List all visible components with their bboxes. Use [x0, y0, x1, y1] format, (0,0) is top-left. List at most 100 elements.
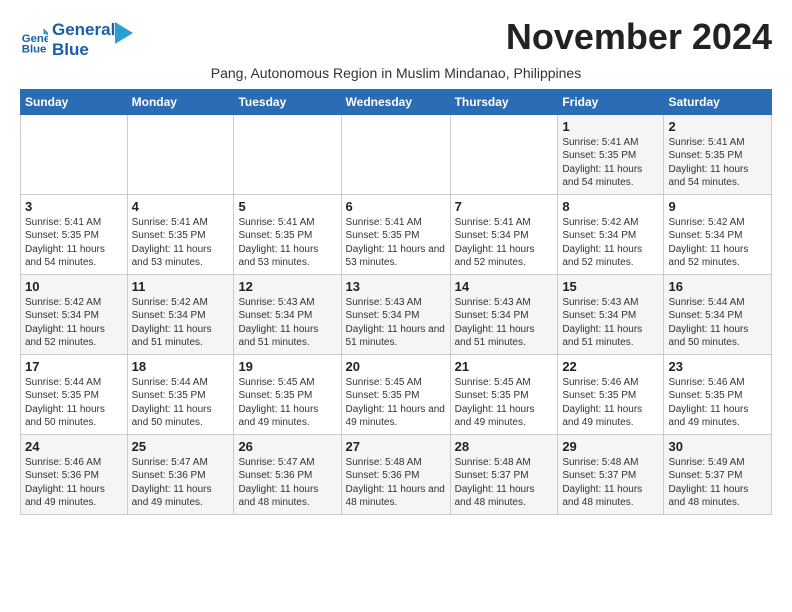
calendar-cell — [21, 114, 128, 194]
calendar-cell — [234, 114, 341, 194]
day-number: 9 — [668, 199, 767, 214]
calendar-cell: 9Sunrise: 5:42 AM Sunset: 5:34 PM Daylig… — [664, 194, 772, 274]
day-number: 16 — [668, 279, 767, 294]
calendar-cell: 17Sunrise: 5:44 AM Sunset: 5:35 PM Dayli… — [21, 354, 128, 434]
day-info: Sunrise: 5:41 AM Sunset: 5:35 PM Dayligh… — [668, 136, 767, 190]
calendar-week-row: 24 Sunrise: 5:46 AM Sunset: 5:36 PM Dayli… — [21, 434, 772, 514]
logo-arrow-icon — [115, 22, 133, 44]
day-number: 10 — [25, 279, 123, 294]
day-number: 15 — [562, 279, 659, 294]
day-info: Sunrise: 5:44 AM Sunset: 5:35 PM Dayligh… — [132, 376, 230, 430]
logo-general: General — [52, 20, 115, 40]
calendar-week-row: 1 Sunrise: 5:41 AM Sunset: 5:35 PM Daylig… — [21, 114, 772, 194]
day-info: Sunrise: 5:41 AM Sunset: 5:35 PM Dayligh… — [132, 216, 230, 270]
day-info: Sunrise: 5:48 AM Sunset: 5:37 PM Dayligh… — [455, 456, 554, 510]
day-info: Sunrise: 5:42 AM Sunset: 5:34 PM Dayligh… — [25, 296, 123, 350]
day-info: Sunrise: 5:46 AM Sunset: 5:36 PM Dayligh… — [25, 456, 123, 510]
calendar-cell: 24 Sunrise: 5:46 AM Sunset: 5:36 PM Dayli… — [21, 434, 128, 514]
calendar-cell: 19Sunrise: 5:45 AM Sunset: 5:35 PM Dayli… — [234, 354, 341, 434]
calendar-week-row: 10 Sunrise: 5:42 AM Sunset: 5:34 PM Dayli… — [21, 274, 772, 354]
calendar-cell: 20Sunrise: 5:45 AM Sunset: 5:35 PM Dayli… — [341, 354, 450, 434]
calendar-cell: 27Sunrise: 5:48 AM Sunset: 5:36 PM Dayli… — [341, 434, 450, 514]
day-info: Sunrise: 5:48 AM Sunset: 5:37 PM Dayligh… — [562, 456, 659, 510]
header-day-monday: Monday — [127, 89, 234, 114]
calendar-cell: 1 Sunrise: 5:41 AM Sunset: 5:35 PM Daylig… — [558, 114, 664, 194]
calendar-cell: 6 Sunrise: 5:41 AM Sunset: 5:35 PM Daylig… — [341, 194, 450, 274]
logo: General Blue General Blue — [20, 20, 133, 61]
month-title: November 2024 — [506, 16, 772, 58]
day-info: Sunrise: 5:47 AM Sunset: 5:36 PM Dayligh… — [238, 456, 336, 510]
calendar-cell: 4 Sunrise: 5:41 AM Sunset: 5:35 PM Daylig… — [127, 194, 234, 274]
day-number: 3 — [25, 199, 123, 214]
day-number: 23 — [668, 359, 767, 374]
day-number: 12 — [238, 279, 336, 294]
day-info: Sunrise: 5:41 AM Sunset: 5:35 PM Dayligh… — [238, 216, 336, 270]
calendar-cell: 14Sunrise: 5:43 AM Sunset: 5:34 PM Dayli… — [450, 274, 558, 354]
calendar-cell — [127, 114, 234, 194]
day-info: Sunrise: 5:41 AM Sunset: 5:35 PM Dayligh… — [346, 216, 446, 270]
day-number: 21 — [455, 359, 554, 374]
calendar-cell: 18 Sunrise: 5:44 AM Sunset: 5:35 PM Dayli… — [127, 354, 234, 434]
day-info: Sunrise: 5:41 AM Sunset: 5:34 PM Dayligh… — [455, 216, 554, 270]
calendar-cell: 21Sunrise: 5:45 AM Sunset: 5:35 PM Dayli… — [450, 354, 558, 434]
day-number: 30 — [668, 439, 767, 454]
day-number: 14 — [455, 279, 554, 294]
day-number: 13 — [346, 279, 446, 294]
calendar-week-row: 17Sunrise: 5:44 AM Sunset: 5:35 PM Dayli… — [21, 354, 772, 434]
day-info: Sunrise: 5:43 AM Sunset: 5:34 PM Dayligh… — [238, 296, 336, 350]
calendar-cell: 13 Sunrise: 5:43 AM Sunset: 5:34 PM Dayli… — [341, 274, 450, 354]
day-info: Sunrise: 5:44 AM Sunset: 5:34 PM Dayligh… — [668, 296, 767, 350]
calendar-cell: 26 Sunrise: 5:47 AM Sunset: 5:36 PM Dayli… — [234, 434, 341, 514]
day-number: 24 — [25, 439, 123, 454]
day-info: Sunrise: 5:42 AM Sunset: 5:34 PM Dayligh… — [562, 216, 659, 270]
day-number: 22 — [562, 359, 659, 374]
day-number: 7 — [455, 199, 554, 214]
day-number: 11 — [132, 279, 230, 294]
day-number: 19 — [238, 359, 336, 374]
svg-text:Blue: Blue — [22, 44, 47, 55]
header-day-saturday: Saturday — [664, 89, 772, 114]
calendar-cell: 7 Sunrise: 5:41 AM Sunset: 5:34 PM Daylig… — [450, 194, 558, 274]
calendar-header-row: SundayMondayTuesdayWednesdayThursdayFrid… — [21, 89, 772, 114]
day-number: 2 — [668, 119, 767, 134]
day-info: Sunrise: 5:47 AM Sunset: 5:36 PM Dayligh… — [132, 456, 230, 510]
calendar-cell: 28 Sunrise: 5:48 AM Sunset: 5:37 PM Dayli… — [450, 434, 558, 514]
day-info: Sunrise: 5:43 AM Sunset: 5:34 PM Dayligh… — [346, 296, 446, 350]
subtitle: Pang, Autonomous Region in Muslim Mindan… — [20, 65, 772, 81]
calendar-cell — [450, 114, 558, 194]
day-info: Sunrise: 5:44 AM Sunset: 5:35 PM Dayligh… — [25, 376, 123, 430]
calendar-cell: 12 Sunrise: 5:43 AM Sunset: 5:34 PM Dayli… — [234, 274, 341, 354]
day-info: Sunrise: 5:41 AM Sunset: 5:35 PM Dayligh… — [562, 136, 659, 190]
day-number: 4 — [132, 199, 230, 214]
logo-icon: General Blue — [20, 26, 48, 54]
calendar-cell: 15 Sunrise: 5:43 AM Sunset: 5:34 PM Dayli… — [558, 274, 664, 354]
day-number: 26 — [238, 439, 336, 454]
day-info: Sunrise: 5:43 AM Sunset: 5:34 PM Dayligh… — [562, 296, 659, 350]
day-number: 6 — [346, 199, 446, 214]
day-info: Sunrise: 5:46 AM Sunset: 5:35 PM Dayligh… — [562, 376, 659, 430]
calendar-cell: 8 Sunrise: 5:42 AM Sunset: 5:34 PM Daylig… — [558, 194, 664, 274]
calendar-cell: 25 Sunrise: 5:47 AM Sunset: 5:36 PM Dayli… — [127, 434, 234, 514]
calendar-cell: 23Sunrise: 5:46 AM Sunset: 5:35 PM Dayli… — [664, 354, 772, 434]
calendar-cell: 3 Sunrise: 5:41 AM Sunset: 5:35 PM Daylig… — [21, 194, 128, 274]
calendar-cell — [341, 114, 450, 194]
header: General Blue General Blue November 2024 — [20, 16, 772, 61]
day-number: 25 — [132, 439, 230, 454]
day-info: Sunrise: 5:49 AM Sunset: 5:37 PM Dayligh… — [668, 456, 767, 510]
header-day-thursday: Thursday — [450, 89, 558, 114]
day-number: 1 — [562, 119, 659, 134]
day-number: 8 — [562, 199, 659, 214]
calendar-cell: 5 Sunrise: 5:41 AM Sunset: 5:35 PM Daylig… — [234, 194, 341, 274]
day-number: 18 — [132, 359, 230, 374]
day-number: 28 — [455, 439, 554, 454]
calendar-cell: 29Sunrise: 5:48 AM Sunset: 5:37 PM Dayli… — [558, 434, 664, 514]
calendar-cell: 11Sunrise: 5:42 AM Sunset: 5:34 PM Dayli… — [127, 274, 234, 354]
day-info: Sunrise: 5:45 AM Sunset: 5:35 PM Dayligh… — [346, 376, 446, 430]
day-number: 27 — [346, 439, 446, 454]
day-number: 5 — [238, 199, 336, 214]
calendar-week-row: 3 Sunrise: 5:41 AM Sunset: 5:35 PM Daylig… — [21, 194, 772, 274]
header-day-wednesday: Wednesday — [341, 89, 450, 114]
calendar-cell: 30 Sunrise: 5:49 AM Sunset: 5:37 PM Dayli… — [664, 434, 772, 514]
header-day-friday: Friday — [558, 89, 664, 114]
day-info: Sunrise: 5:41 AM Sunset: 5:35 PM Dayligh… — [25, 216, 123, 270]
